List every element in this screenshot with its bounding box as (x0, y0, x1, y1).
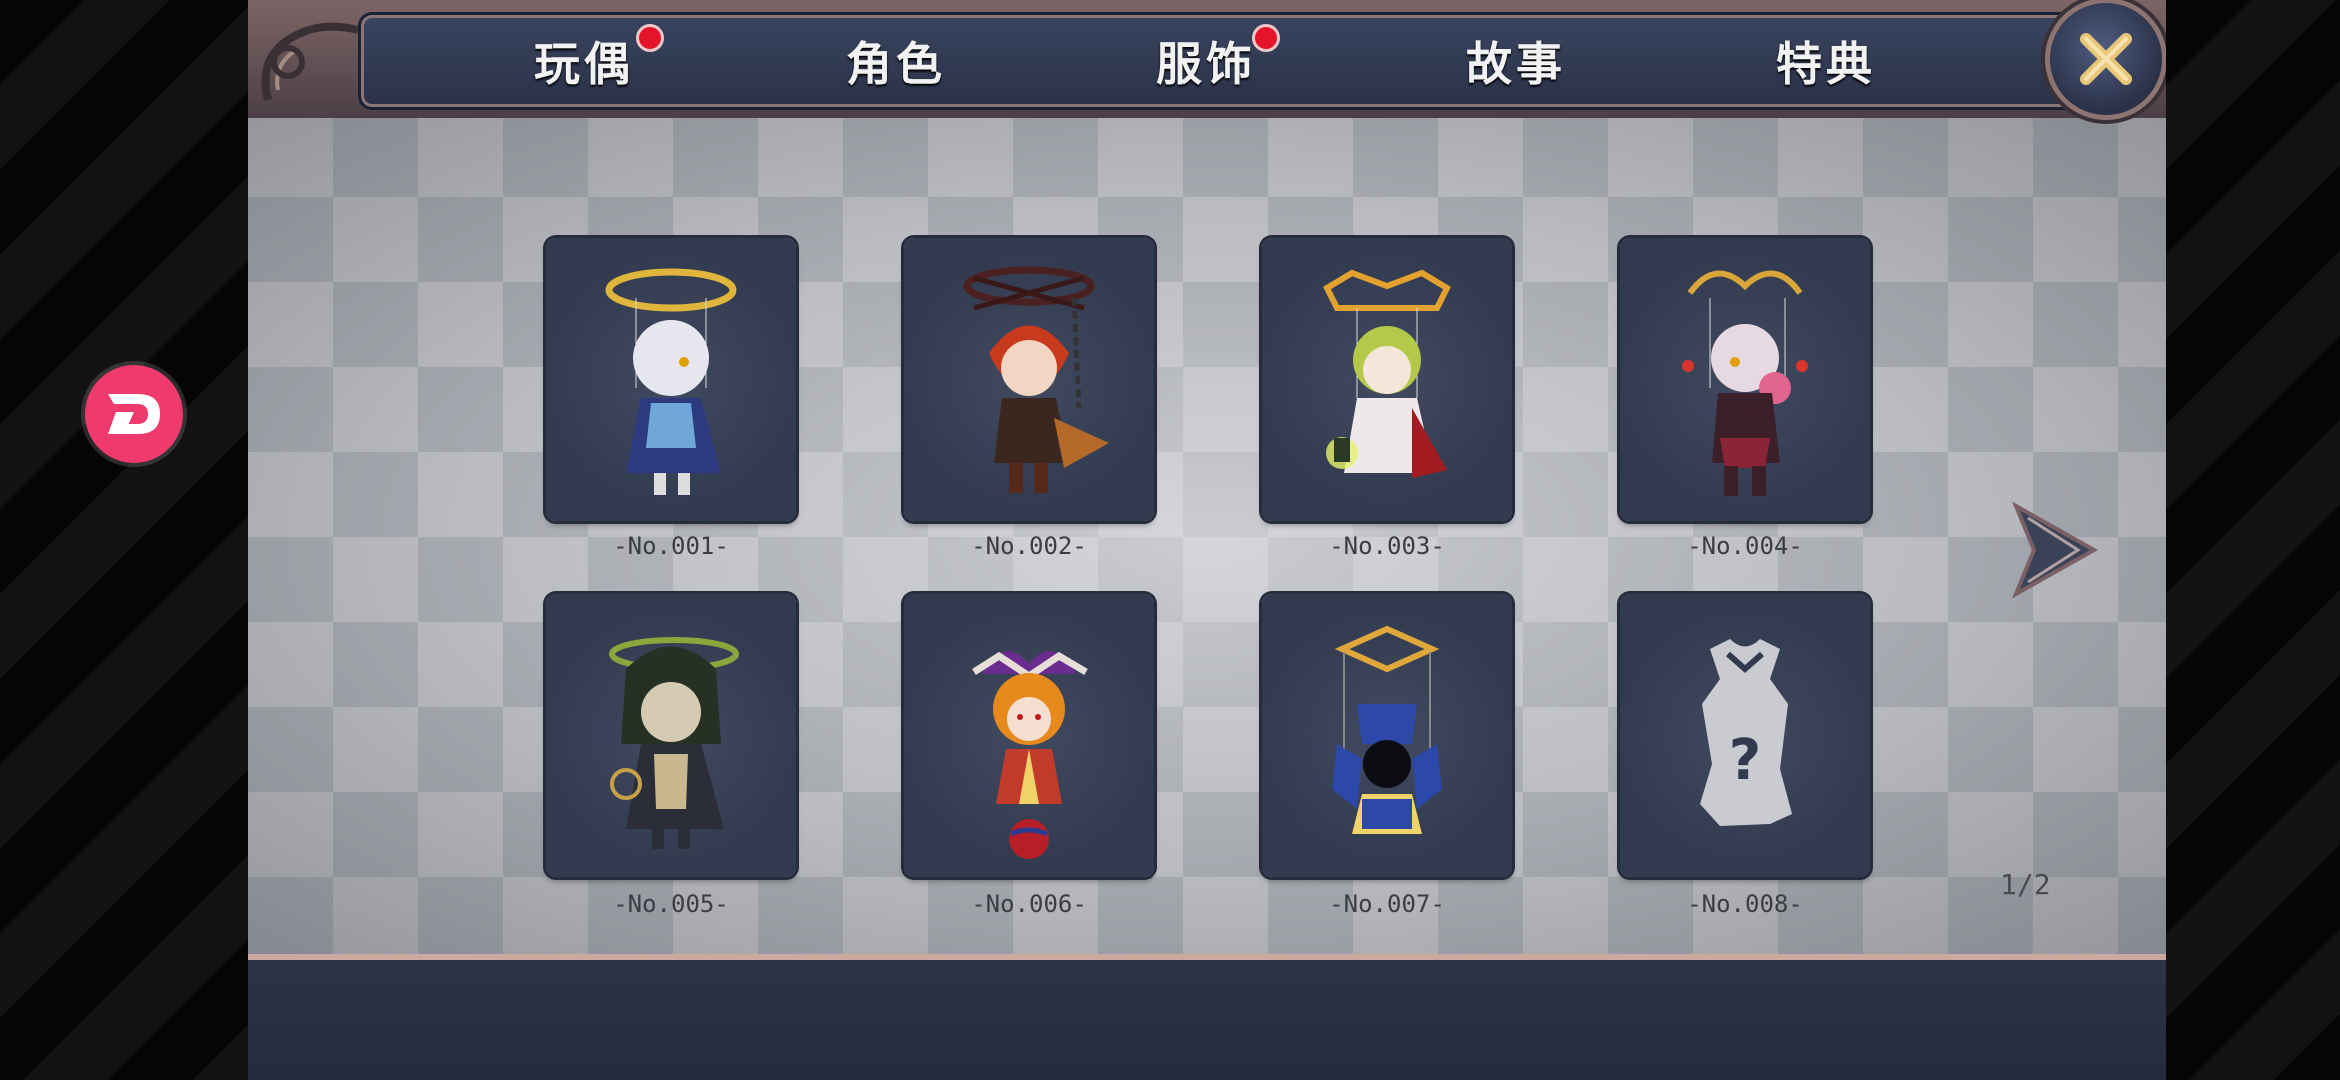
floating-assistant-button[interactable] (85, 365, 183, 463)
tab-costumes[interactable]: 服饰 (1156, 28, 1256, 91)
hooded-doll-icon (609, 637, 739, 849)
doll-card-005[interactable] (546, 594, 796, 877)
doll-number-label: -No.007- (1329, 890, 1445, 918)
doll-number-label: -No.001- (613, 532, 729, 560)
tab-story[interactable]: 故事 (1466, 28, 1566, 91)
tab-bonus[interactable]: 特典 (1776, 28, 1876, 91)
doll-card-004[interactable] (1620, 238, 1870, 521)
jester-doll-icon (972, 651, 1088, 859)
tab-label: 玩偶 (534, 37, 634, 91)
tab-label: 故事 (1466, 37, 1566, 91)
doll-number-label: -No.003- (1329, 532, 1445, 560)
doll-number-label: -No.008- (1687, 890, 1803, 918)
tab-costumes-notification-badge (1252, 24, 1280, 52)
right-letterbox (2166, 0, 2340, 1080)
tab-characters[interactable]: 角色 (846, 28, 946, 91)
checkered-background (248, 112, 2166, 960)
white-haired-doll-icon (605, 268, 737, 495)
game-stage: 玩偶 角色 服饰 故事 特典 -No.001- -No.002- -No.003… (248, 0, 2166, 1080)
doll-card-003[interactable] (1262, 238, 1512, 521)
doll-number-label: -No.004- (1687, 532, 1803, 560)
doll-number-label: -No.005- (613, 890, 729, 918)
doll-card-001[interactable] (546, 238, 796, 521)
green-haired-doll-icon (1323, 269, 1451, 478)
tab-dolls-notification-badge (636, 24, 664, 52)
doll-number-label: -No.002- (971, 532, 1087, 560)
close-button[interactable] (2050, 3, 2162, 115)
tab-dolls[interactable]: 玩偶 (534, 28, 634, 91)
assistant-logo-icon (108, 394, 160, 434)
left-letterbox (0, 0, 248, 1080)
close-icon (2080, 33, 2132, 85)
next-page-arrow-icon[interactable] (2006, 498, 2101, 598)
red-haired-doll-icon (963, 266, 1109, 493)
doll-number-label: -No.006- (971, 890, 1087, 918)
tab-label: 服饰 (1156, 37, 1256, 91)
bottom-bar (248, 954, 2166, 1080)
pink-haired-doll-icon (1682, 270, 1808, 496)
tab-bar: 玩偶 角色 服饰 故事 特典 (248, 0, 2166, 118)
locked-doll-icon: ? (1700, 639, 1792, 826)
tab-label: 角色 (846, 37, 946, 91)
tab-label: 特典 (1776, 37, 1876, 91)
svg-text:?: ? (1729, 728, 1761, 793)
doll-card-008[interactable]: ? (1620, 594, 1870, 877)
doll-card-007[interactable] (1262, 594, 1512, 877)
doll-card-006[interactable] (904, 594, 1154, 877)
page-indicator: 1/2 (2000, 868, 2051, 901)
doll-card-002[interactable] (904, 238, 1154, 521)
cage-doll-icon (1332, 625, 1442, 834)
